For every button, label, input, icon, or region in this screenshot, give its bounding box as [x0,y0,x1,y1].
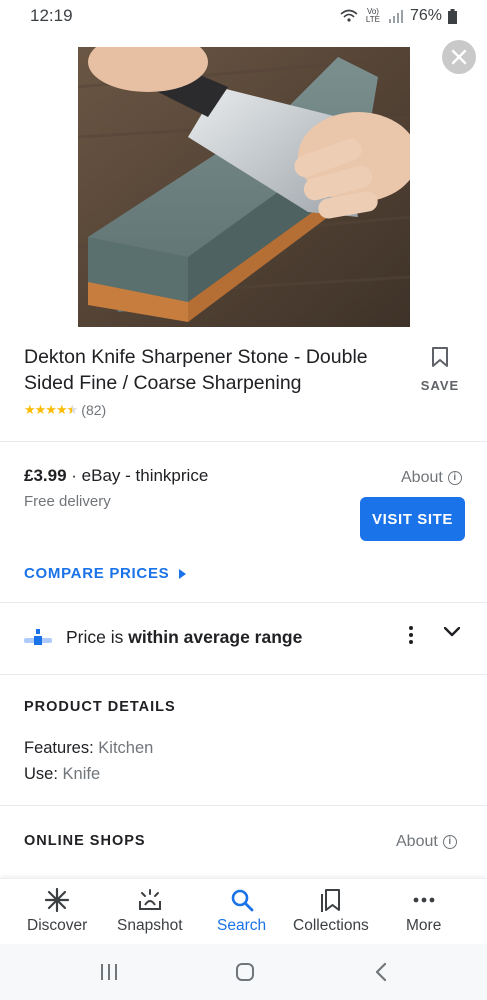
bottom-navigation: Discover Snapshot Search Collections Mor… [0,878,487,944]
visit-site-button[interactable]: VISIT SITE [360,497,465,541]
online-shops-heading: ONLINE SHOPS [24,833,146,849]
price-insight-text: Price is within average range [66,627,302,648]
more-icon [413,897,435,903]
info-icon: i [447,471,462,485]
save-label: SAVE [420,378,460,393]
nav-snapshot[interactable]: Snapshot [117,887,183,935]
recent-apps-icon[interactable] [100,963,118,981]
compare-prices-link[interactable]: COMPARE PRICES [24,565,187,582]
close-icon [451,49,467,65]
chevron-down-icon[interactable] [444,627,460,637]
sharpening-stone-illustration [78,47,410,327]
shops-about[interactable]: About i [396,833,457,851]
product-header: Dekton Knife Sharpener Stone - Double Si… [24,344,404,418]
divider [0,674,487,675]
price: £3.99 [24,466,67,485]
more-options-icon[interactable] [409,626,413,644]
product-image[interactable] [78,47,410,327]
battery-icon [448,8,457,24]
nav-discover[interactable]: Discover [27,887,87,935]
about-label: About [401,469,443,486]
signal-icon [388,10,403,23]
delivery-info: Free delivery [24,493,111,510]
wifi-icon [340,9,358,22]
price-insight-row[interactable]: Price is within average range [24,620,464,654]
nav-label: More [406,917,442,934]
status-time: 12:19 [30,6,73,25]
nav-collections[interactable]: Collections [293,887,369,935]
product-details-heading: PRODUCT DETAILS [24,699,176,715]
rating-stars: ★★★★★★ [24,402,78,417]
product-title: Dekton Knife Sharpener Stone - Double Si… [24,346,368,394]
nav-label: Search [217,917,267,934]
offer-line: £3.99 · eBay - thinkprice [24,466,208,486]
status-bar: 12:19 Vo) LTE 76% [0,0,487,32]
collections-icon [320,889,340,912]
features-label: Features: [24,739,94,757]
price-insight-range: within average range [128,626,303,647]
detail-features: Features: Kitchen [24,739,153,758]
back-icon[interactable] [374,962,388,982]
nav-label: Collections [293,917,369,934]
search-icon [231,889,253,912]
price-insight-prefix: Price is [66,626,129,647]
seller: · eBay - thinkprice [71,466,209,485]
status-icons: Vo) LTE 76% [340,7,457,25]
nav-label: Snapshot [117,917,183,934]
divider [0,805,487,806]
about-label: About [396,833,438,850]
info-icon: i [442,835,457,849]
save-button[interactable]: SAVE [418,346,462,393]
snapshot-icon [138,889,161,910]
system-navigation-bar [0,944,487,1000]
use-label: Use: [24,765,58,783]
offer-about[interactable]: About i [401,469,462,487]
home-icon[interactable] [235,962,255,982]
use-value: Knife [62,765,101,783]
product-rating[interactable]: ★★★★★★ (82) [24,402,404,418]
nav-search[interactable]: Search [217,887,266,935]
asterisk-icon [45,887,70,913]
network-label: Vo) LTE [365,7,380,24]
compare-label: COMPARE PRICES [24,565,170,582]
detail-use: Use: Knife [24,765,100,784]
divider [0,602,487,603]
bookmark-icon [432,347,448,367]
close-button[interactable] [442,40,476,74]
nav-label: Discover [27,917,88,934]
triangle-right-icon [179,568,187,579]
price-range-icon [24,629,52,645]
battery-text: 76% [409,7,442,24]
divider [0,441,487,442]
review-count: (82) [81,402,107,418]
features-value: Kitchen [98,739,154,757]
nav-more[interactable]: More [406,887,441,935]
